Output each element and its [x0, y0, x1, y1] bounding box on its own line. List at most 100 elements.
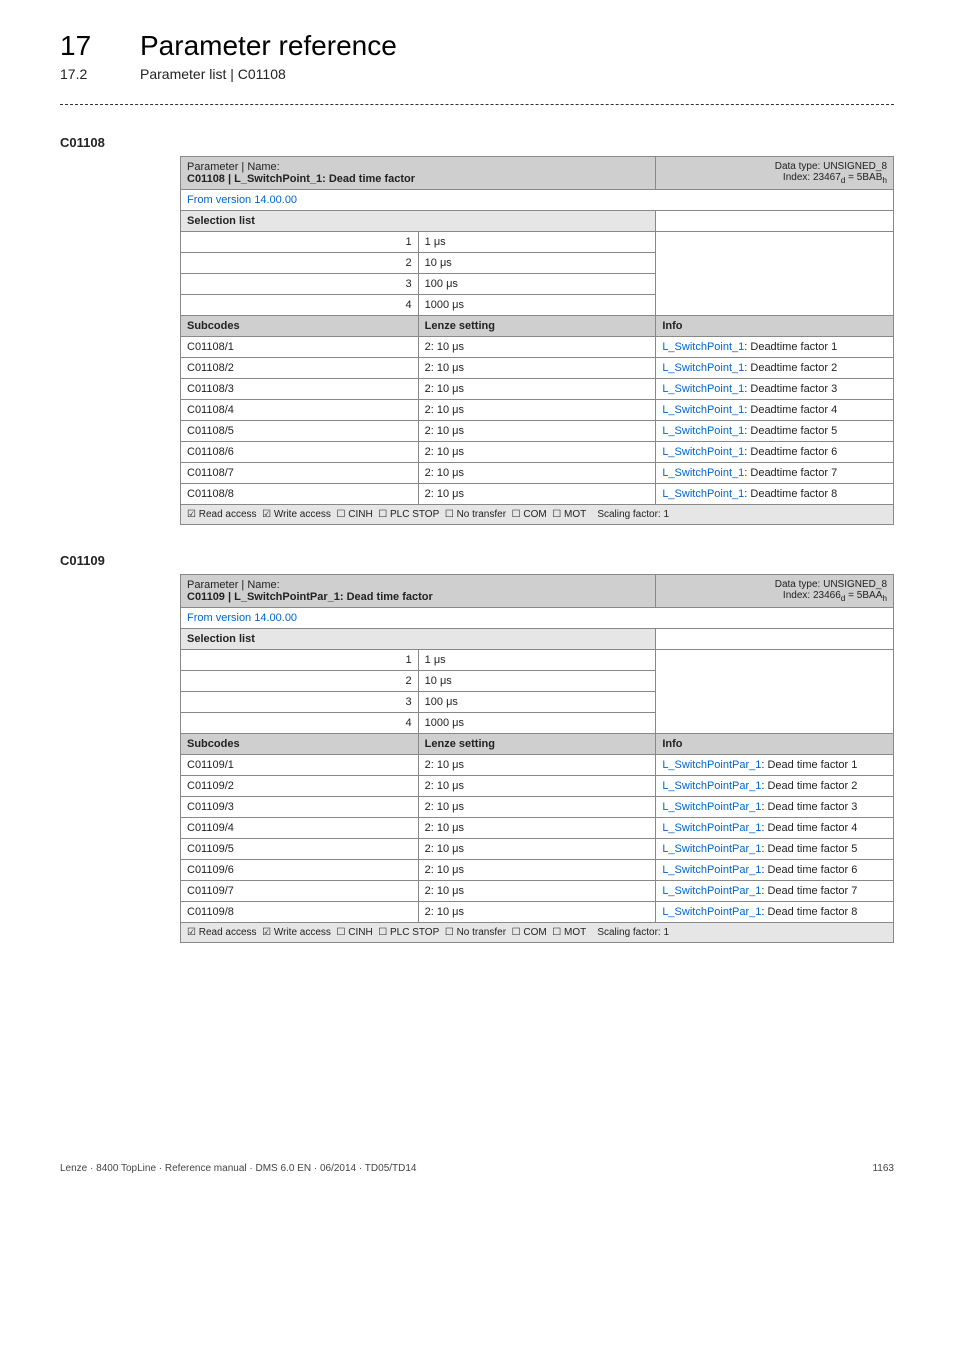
lenze-setting-cell: 2: 10 μs — [418, 421, 656, 442]
info-cell: L_SwitchPointPar_1: Dead time factor 6 — [656, 860, 894, 881]
lenze-setting-cell: 2: 10 μs — [418, 860, 656, 881]
info-link[interactable]: L_SwitchPoint_1 — [662, 362, 744, 374]
subcode-cell: C01109/4 — [181, 818, 419, 839]
info-link[interactable]: L_SwitchPointPar_1 — [662, 843, 761, 855]
info-link[interactable]: L_SwitchPoint_1 — [662, 404, 744, 416]
info-link[interactable]: L_SwitchPointPar_1 — [662, 864, 761, 876]
param-datatype: Data type: UNSIGNED_8 — [775, 579, 887, 590]
subcode-cell: C01108/1 — [181, 337, 419, 358]
lenze-setting-cell: 2: 10 μs — [418, 797, 656, 818]
param-datatype: Data type: UNSIGNED_8 — [775, 161, 887, 172]
info-link[interactable]: L_SwitchPoint_1 — [662, 488, 744, 500]
selection-list-label: Selection list — [181, 629, 656, 650]
selection-number: 2 — [181, 671, 419, 692]
selection-value: 10 μs — [418, 253, 656, 274]
info-cell: L_SwitchPointPar_1: Dead time factor 7 — [656, 881, 894, 902]
info-link[interactable]: L_SwitchPoint_1 — [662, 341, 744, 353]
lenze-setting-cell: 2: 10 μs — [418, 839, 656, 860]
info-cell: L_SwitchPointPar_1: Dead time factor 5 — [656, 839, 894, 860]
subcode-cell: C01108/2 — [181, 358, 419, 379]
subcode-cell: C01109/3 — [181, 797, 419, 818]
selection-number: 4 — [181, 295, 419, 316]
selection-number: 2 — [181, 253, 419, 274]
subcode-cell: C01108/3 — [181, 379, 419, 400]
info-cell: L_SwitchPoint_1: Deadtime factor 4 — [656, 400, 894, 421]
info-cell: L_SwitchPoint_1: Deadtime factor 8 — [656, 484, 894, 505]
subcode-cell: C01108/7 — [181, 463, 419, 484]
section-title: Parameter list | C01108 — [140, 66, 286, 82]
divider — [60, 104, 894, 105]
chapter-number: 17 — [60, 30, 110, 62]
info-cell: L_SwitchPointPar_1: Dead time factor 3 — [656, 797, 894, 818]
lenze-setting-cell: 2: 10 μs — [418, 400, 656, 421]
info-link[interactable]: L_SwitchPointPar_1 — [662, 801, 761, 813]
selection-number: 1 — [181, 232, 419, 253]
info-link[interactable]: L_SwitchPointPar_1 — [662, 780, 761, 792]
access-flags: ☑ Read access ☑ Write access ☐ CINH ☐ PL… — [181, 505, 894, 525]
selection-number: 1 — [181, 650, 419, 671]
info-cell: L_SwitchPointPar_1: Dead time factor 4 — [656, 818, 894, 839]
subcode-cell: C01109/5 — [181, 839, 419, 860]
param-name-label: Parameter | Name: — [187, 161, 280, 173]
info-link[interactable]: L_SwitchPointPar_1 — [662, 906, 761, 918]
info-link[interactable]: L_SwitchPointPar_1 — [662, 822, 761, 834]
info-link[interactable]: L_SwitchPoint_1 — [662, 425, 744, 437]
param-index: Index: 23467d = 5BABh — [783, 172, 887, 183]
info-link[interactable]: L_SwitchPointPar_1 — [662, 885, 761, 897]
info-link[interactable]: L_SwitchPoint_1 — [662, 446, 744, 458]
lenze-setting-cell: 2: 10 μs — [418, 776, 656, 797]
subcodes-col-header: Subcodes — [181, 316, 419, 337]
info-link[interactable]: L_SwitchPointPar_1 — [662, 759, 761, 771]
subcodes-col-header: Subcodes — [181, 734, 419, 755]
selection-value: 1 μs — [418, 232, 656, 253]
param-table: Parameter | Name:C01109 | L_SwitchPointP… — [180, 574, 894, 943]
param-code-label: C01108 — [60, 135, 894, 150]
subcode-cell: C01109/1 — [181, 755, 419, 776]
lenze-col-header: Lenze setting — [418, 316, 656, 337]
footer-left: Lenze · 8400 TopLine · Reference manual … — [60, 1163, 417, 1174]
param-index: Index: 23466d = 5BAAh — [783, 590, 887, 601]
param-code-label: C01109 — [60, 553, 894, 568]
info-link[interactable]: L_SwitchPoint_1 — [662, 467, 744, 479]
selection-value: 100 μs — [418, 274, 656, 295]
subcode-cell: C01108/4 — [181, 400, 419, 421]
lenze-setting-cell: 2: 10 μs — [418, 358, 656, 379]
lenze-setting-cell: 2: 10 μs — [418, 755, 656, 776]
info-cell: L_SwitchPoint_1: Deadtime factor 1 — [656, 337, 894, 358]
lenze-setting-cell: 2: 10 μs — [418, 379, 656, 400]
param-name-value: C01109 | L_SwitchPointPar_1: Dead time f… — [187, 591, 433, 603]
info-col-header: Info — [656, 734, 894, 755]
info-cell: L_SwitchPointPar_1: Dead time factor 8 — [656, 902, 894, 923]
lenze-setting-cell: 2: 10 μs — [418, 902, 656, 923]
section-number: 17.2 — [60, 66, 110, 82]
selection-value: 1000 μs — [418, 295, 656, 316]
chapter-title: Parameter reference — [140, 30, 397, 62]
selection-number: 3 — [181, 274, 419, 295]
param-name-label: Parameter | Name: — [187, 579, 280, 591]
subcode-cell: C01108/8 — [181, 484, 419, 505]
selection-number: 4 — [181, 713, 419, 734]
lenze-col-header: Lenze setting — [418, 734, 656, 755]
info-cell: L_SwitchPointPar_1: Dead time factor 2 — [656, 776, 894, 797]
selection-value: 1 μs — [418, 650, 656, 671]
param-table: Parameter | Name:C01108 | L_SwitchPoint_… — [180, 156, 894, 525]
info-cell: L_SwitchPointPar_1: Dead time factor 1 — [656, 755, 894, 776]
info-cell: L_SwitchPoint_1: Deadtime factor 5 — [656, 421, 894, 442]
lenze-setting-cell: 2: 10 μs — [418, 337, 656, 358]
subcode-cell: C01108/5 — [181, 421, 419, 442]
selection-list-label: Selection list — [181, 211, 656, 232]
info-col-header: Info — [656, 316, 894, 337]
selection-number: 3 — [181, 692, 419, 713]
subcode-cell: C01109/2 — [181, 776, 419, 797]
lenze-setting-cell: 2: 10 μs — [418, 818, 656, 839]
subcode-cell: C01109/8 — [181, 902, 419, 923]
subcode-cell: C01109/7 — [181, 881, 419, 902]
info-cell: L_SwitchPoint_1: Deadtime factor 6 — [656, 442, 894, 463]
param-name-value: C01108 | L_SwitchPoint_1: Dead time fact… — [187, 173, 415, 185]
info-cell: L_SwitchPoint_1: Deadtime factor 3 — [656, 379, 894, 400]
lenze-setting-cell: 2: 10 μs — [418, 463, 656, 484]
version-link[interactable]: From version 14.00.00 — [181, 608, 894, 629]
info-link[interactable]: L_SwitchPoint_1 — [662, 383, 744, 395]
info-cell: L_SwitchPoint_1: Deadtime factor 7 — [656, 463, 894, 484]
version-link[interactable]: From version 14.00.00 — [181, 190, 894, 211]
